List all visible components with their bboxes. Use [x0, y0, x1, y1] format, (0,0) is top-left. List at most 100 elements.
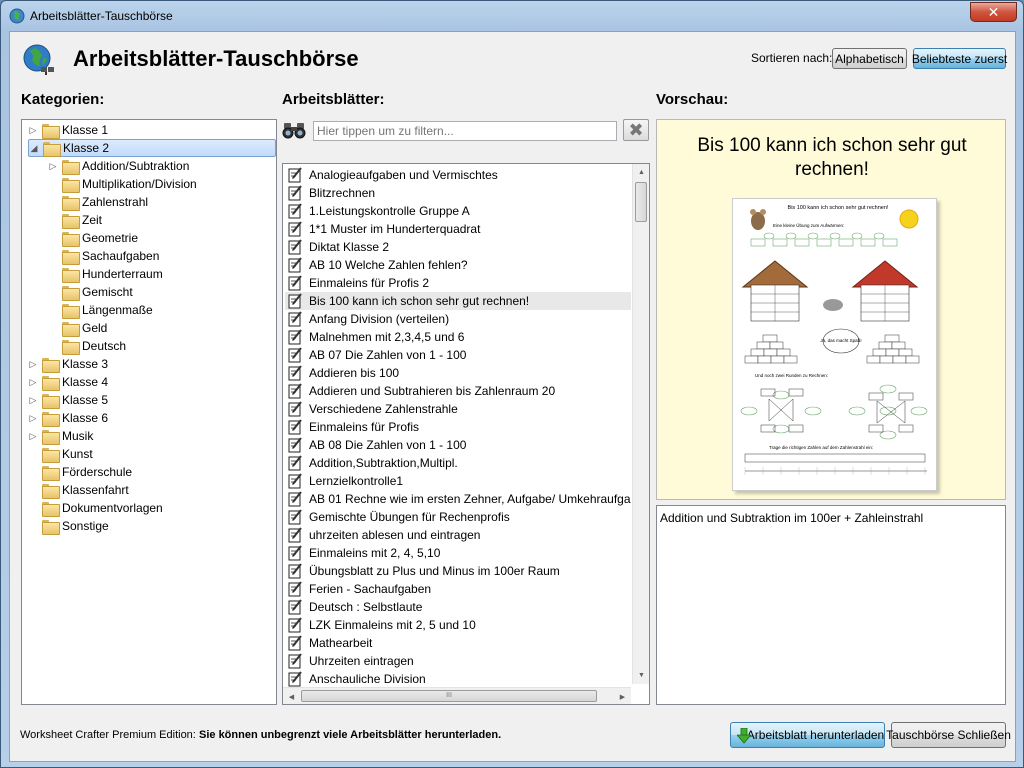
expand-arrow-icon[interactable]: ▷ [28, 125, 38, 135]
worksheet-item[interactable]: LZK Einmaleins mit 2, 5 und 10 [285, 616, 631, 634]
filter-input[interactable] [313, 121, 617, 141]
thumb-warmup-text: Eine kleine Übung zum Aufwärmen: [773, 222, 844, 228]
category-item[interactable]: Multiplikation/Division [48, 175, 197, 193]
worksheet-item[interactable]: Malnehmen mit 2,3,4,5 und 6 [285, 328, 631, 346]
category-item[interactable]: Kunst [28, 445, 93, 463]
worksheet-item[interactable]: Ferien - Sachaufgaben [285, 580, 631, 598]
worksheet-label: uhrzeiten ablesen und eintragen [309, 528, 481, 542]
horizontal-scroll-thumb[interactable]: III [301, 690, 597, 702]
worksheet-item[interactable]: Einmaleins für Profis 2 [285, 274, 631, 292]
category-item[interactable]: Dokumentvorlagen [28, 499, 163, 517]
category-item[interactable]: Förderschule [28, 463, 132, 481]
window-close-button[interactable]: ✕ [970, 2, 1017, 22]
worksheet-item[interactable]: Verschiedene Zahlenstrahle [285, 400, 631, 418]
category-item[interactable]: ▷ Klasse 5 [28, 391, 108, 409]
category-item[interactable]: ▷ Addition/Subtraktion [48, 157, 189, 175]
worksheet-pencil-icon [288, 635, 302, 651]
worksheet-list[interactable]: Anschauliche Division Uhrzeiten eintragen… [282, 163, 650, 705]
category-item[interactable]: Deutsch [48, 337, 126, 355]
vertical-scrollbar[interactable]: ▲ ▼ [632, 164, 649, 684]
download-worksheet-button[interactable]: Arbeitsblatt herunterladen [730, 722, 885, 748]
category-item[interactable]: Geometrie [48, 229, 138, 247]
worksheet-label: Malnehmen mit 2,3,4,5 und 6 [309, 330, 465, 344]
category-item[interactable]: Geld [48, 319, 107, 337]
worksheet-item[interactable]: Addieren und Subtrahieren bis Zahlenraum… [285, 382, 631, 400]
category-label: Geometrie [82, 231, 139, 245]
category-item[interactable]: ▷ Klasse 1 [28, 121, 108, 139]
category-item[interactable]: Sonstige [28, 517, 109, 535]
expand-arrow-icon[interactable]: ▷ [28, 395, 38, 405]
category-item[interactable]: Gemischt [48, 283, 133, 301]
category-item[interactable]: Sachaufgaben [48, 247, 159, 265]
worksheet-pencil-icon [288, 383, 302, 399]
clear-filter-button[interactable]: ✖ [623, 119, 649, 141]
worksheet-item[interactable]: Addition,Subtraktion,Multipl. [285, 454, 631, 472]
worksheet-item[interactable]: Einmaleins mit 2, 4, 5,10 [285, 544, 631, 562]
worksheet-pencil-icon [288, 653, 302, 669]
expand-arrow-icon[interactable]: ▷ [28, 377, 38, 387]
category-item[interactable]: ▷ Klasse 6 [28, 409, 108, 427]
category-label: Klasse 3 [62, 357, 109, 371]
worksheet-item[interactable]: Diktat Klasse 2 [285, 238, 631, 256]
expand-arrow-icon[interactable]: ▷ [28, 431, 38, 441]
worksheet-item[interactable]: AB 07 Die Zahlen von 1 - 100 [285, 346, 631, 364]
worksheet-item[interactable]: uhrzeiten ablesen und eintragen [285, 526, 631, 544]
sort-alphabetical-button[interactable]: Alphabetisch [832, 48, 907, 69]
worksheet-item[interactable]: AB 01 Rechne wie im ersten Zehner, Aufga… [285, 490, 631, 508]
worksheet-item[interactable]: Gemischte Übungen für Rechenprofis [285, 508, 631, 526]
category-item[interactable]: ▷ Klasse 3 [28, 355, 108, 373]
worksheet-item[interactable]: Einmaleins für Profis [285, 418, 631, 436]
worksheet-item[interactable]: Addieren bis 100 [285, 364, 631, 382]
category-item[interactable]: Zahlenstrahl [48, 193, 148, 211]
category-item[interactable]: ▷ Musik [28, 427, 93, 445]
scroll-up-arrow-icon[interactable]: ▲ [633, 164, 649, 181]
category-tree[interactable]: ▷ Klasse 1 ◢ Klasse 2 ▷ Addition/Subtraktion M… [21, 119, 277, 705]
scroll-right-arrow-icon[interactable]: ▶ [614, 688, 631, 704]
collapse-arrow-icon[interactable]: ◢ [29, 143, 39, 153]
scroll-left-arrow-icon[interactable]: ◀ [283, 688, 300, 704]
category-item[interactable]: Klassenfahrt [28, 481, 129, 499]
sort-label: Sortieren nach: [751, 51, 833, 65]
worksheet-item[interactable]: Lernzielkontrolle1 [285, 472, 631, 490]
category-item[interactable]: Zeit [48, 211, 102, 229]
worksheet-item[interactable]: 1*1 Muster im Hunderterquadrat [285, 220, 631, 238]
expand-arrow-icon[interactable]: ▷ [28, 413, 38, 423]
worksheet-label: Analogieaufgaben und Vermischtes [309, 168, 498, 182]
worksheet-item[interactable]: AB 10 Welche Zahlen fehlen? [285, 256, 631, 274]
category-label: Sachaufgaben [82, 249, 160, 263]
worksheet-item[interactable]: Übungsblatt zu Plus und Minus im 100er R… [285, 562, 631, 580]
category-label: Zahlenstrahl [82, 195, 149, 209]
horizontal-scrollbar[interactable]: ◀ III ▶ [283, 687, 631, 704]
close-exchange-button[interactable]: Tauschbörse Schließen [886, 722, 1011, 748]
worksheet-item[interactable]: Deutsch : Selbstlaute [285, 598, 631, 616]
worksheet-item[interactable]: Analogieaufgaben und Vermischtes [285, 166, 631, 184]
worksheet-item[interactable]: Anfang Division (verteilen) [285, 310, 631, 328]
worksheet-item[interactable]: Blitzrechnen [285, 184, 631, 202]
folder-icon [62, 213, 80, 229]
worksheet-thumbnail: Bis 100 kann ich schon sehr gut rechnen!… [732, 198, 937, 491]
worksheet-item[interactable]: Bis 100 kann ich schon sehr gut rechnen! [285, 292, 631, 310]
vertical-scroll-thumb[interactable] [635, 182, 647, 222]
category-item[interactable]: Längenmaße [48, 301, 153, 319]
worksheet-label: Ferien - Sachaufgaben [309, 582, 432, 596]
category-item[interactable]: ▷ Klasse 4 [28, 373, 108, 391]
expand-arrow-icon[interactable]: ▷ [48, 161, 58, 171]
worksheet-item[interactable]: Uhrzeiten eintragen [285, 652, 631, 670]
category-item[interactable]: Hunderterraum [48, 265, 163, 283]
expand-arrow-icon[interactable]: ▷ [28, 359, 38, 369]
sort-popular-button[interactable]: Beliebteste zuerst [912, 48, 1007, 69]
worksheet-item[interactable]: 1.Leistungskontrolle Gruppe A [285, 202, 631, 220]
thumb-bubble-text: Ja, das macht Spaß! [820, 338, 861, 343]
worksheet-item[interactable]: Mathearbeit [285, 634, 631, 652]
worksheet-label: Übungsblatt zu Plus und Minus im 100er R… [309, 564, 560, 578]
house-right-icon [851, 260, 919, 322]
scroll-down-arrow-icon[interactable]: ▼ [633, 667, 649, 684]
worksheet-item[interactable]: AB 08 Die Zahlen von 1 - 100 [285, 436, 631, 454]
category-item[interactable]: ◢ Klasse 2 [28, 139, 276, 157]
worksheet-item[interactable]: Anschauliche Division [285, 670, 631, 688]
